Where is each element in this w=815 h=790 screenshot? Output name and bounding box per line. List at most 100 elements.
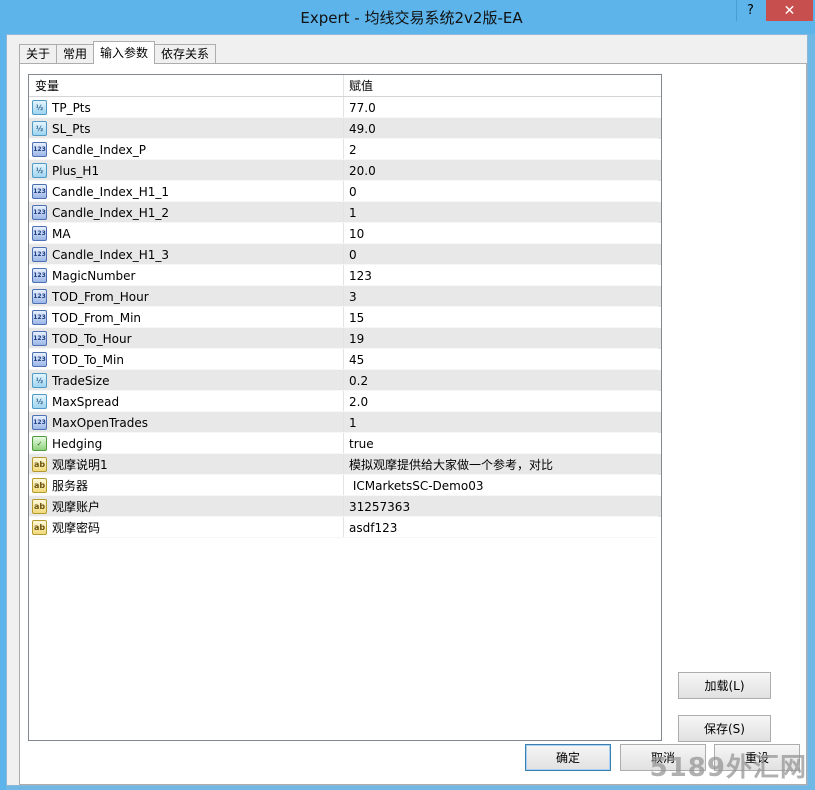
bool-icon: ✓ [32,436,47,451]
variable-cell: ab 观摩说明1 [29,454,344,475]
table-row[interactable]: ½ SL_Pts 49.0 [29,118,661,139]
tab-common[interactable]: 常用 [56,44,95,64]
table-row[interactable]: ½ TP_Pts 77.0 [29,97,661,118]
value-cell[interactable]: 45 [344,349,660,370]
value-cell[interactable]: 20.0 [344,160,660,181]
variable-cell: 123 TOD_From_Min [29,307,344,328]
int-icon: 123 [32,415,47,430]
help-button[interactable]: ? [736,0,764,21]
variable-cell: ½ MaxSpread [29,391,344,412]
value-cell[interactable]: true [344,433,660,454]
int-icon: 123 [32,247,47,262]
variable-name: 观摩说明1 [52,458,108,472]
half-icon: ½ [32,373,47,388]
table-row[interactable]: 123 MagicNumber 123 [29,265,661,286]
string-icon: ab [32,478,47,493]
half-icon: ½ [32,394,47,409]
int-icon: 123 [32,331,47,346]
variable-name: Plus_H1 [52,163,100,178]
table-row[interactable]: 123 Candle_Index_H1_3 0 [29,244,661,265]
table-row[interactable]: ab 服务器 ICMarketsSC-Demo03 [29,475,661,496]
value-cell[interactable]: 123 [344,265,660,286]
value-cell[interactable]: 2.0 [344,391,660,412]
variable-cell: ½ TP_Pts [29,97,344,118]
value-cell[interactable]: asdf123 [344,517,660,538]
close-icon: ✕ [783,2,796,19]
variable-name: Candle_Index_P [52,142,146,157]
table-row[interactable]: 123 Candle_Index_H1_1 0 [29,181,661,202]
table-row[interactable]: 123 TOD_To_Hour 19 [29,328,661,349]
int-icon: 123 [32,142,47,157]
half-icon: ½ [32,121,47,136]
watermark-logo: 5189外汇网 [649,753,807,783]
value-cell[interactable]: 10 [344,223,660,244]
variable-cell: 123 MA [29,223,344,244]
value-cell[interactable]: 2 [344,139,660,160]
value-cell[interactable]: 31257363 [344,496,660,517]
variable-cell: 123 MagicNumber [29,265,344,286]
variable-name: MaxOpenTrades [52,415,148,430]
half-icon: ½ [32,163,47,178]
value-cell[interactable]: 3 [344,286,660,307]
value-cell[interactable]: 模拟观摩提供给大家做一个参考，对比 [344,454,660,475]
tab-dependencies[interactable]: 依存关系 [154,44,217,64]
value-cell[interactable]: 0 [344,181,660,202]
ok-button[interactable]: 确定 [525,744,611,771]
table-row[interactable]: ✓ Hedging true [29,433,661,454]
value-cell[interactable]: 0 [344,244,660,265]
variable-name: MagicNumber [52,268,136,283]
value-cell[interactable]: 1 [344,202,660,223]
variable-cell: 123 Candle_Index_H1_1 [29,181,344,202]
value-cell[interactable]: 19 [344,328,660,349]
variable-name: 服务器 [52,479,89,493]
variable-cell: 123 TOD_To_Min [29,349,344,370]
value-cell[interactable]: ICMarketsSC-Demo03 [344,475,660,496]
tab-about[interactable]: 关于 [19,44,58,64]
tab-strip: 关于 常用 输入参数 依存关系 [19,41,217,64]
table-row[interactable]: 123 MaxOpenTrades 1 [29,412,661,433]
int-icon: 123 [32,205,47,220]
table-row[interactable]: 123 MA 10 [29,223,661,244]
table-row[interactable]: ab 观摩账户 31257363 [29,496,661,517]
table-row[interactable]: 123 TOD_From_Hour 3 [29,286,661,307]
dialog-body: 关于 常用 输入参数 依存关系 变量 赋值 ½ TP_Pts 77.0 ½ SL_Pts… [6,34,808,786]
grid-header: 变量 赋值 [29,75,661,97]
variable-cell: ab 观摩密码 [29,517,344,538]
variable-cell: ab 观摩账户 [29,496,344,517]
table-row[interactable]: ½ MaxSpread 2.0 [29,391,661,412]
value-cell[interactable]: 1 [344,412,660,433]
value-cell[interactable]: 49.0 [344,118,660,139]
variable-name: TradeSize [52,373,110,388]
table-row[interactable]: 123 Candle_Index_H1_2 1 [29,202,661,223]
variable-name: Candle_Index_H1_1 [52,184,169,199]
variable-cell: 123 Candle_Index_H1_3 [29,244,344,265]
column-header-value[interactable]: 赋值 [344,75,660,96]
value-cell[interactable]: 77.0 [344,97,660,118]
variable-name: MaxSpread [52,394,120,409]
variable-cell: 123 TOD_From_Hour [29,286,344,307]
column-header-variable[interactable]: 变量 [29,75,344,96]
variable-cell: 123 Candle_Index_H1_2 [29,202,344,223]
table-row[interactable]: 123 TOD_To_Min 45 [29,349,661,370]
tab-inputs[interactable]: 输入参数 [93,41,156,64]
save-button[interactable]: 保存(S) [678,715,771,742]
table-row[interactable]: 123 Candle_Index_P 2 [29,139,661,160]
table-row[interactable]: 123 TOD_From_Min 15 [29,307,661,328]
close-button[interactable]: ✕ [766,0,813,21]
variable-name: TOD_From_Min [52,310,142,325]
variable-name: Candle_Index_H1_3 [52,247,169,262]
table-row[interactable]: ab 观摩密码 asdf123 [29,517,661,538]
variable-name: Candle_Index_H1_2 [52,205,169,220]
value-cell[interactable]: 15 [344,307,660,328]
value-cell[interactable]: 0.2 [344,370,660,391]
table-row[interactable]: ½ Plus_H1 20.0 [29,160,661,181]
table-row[interactable]: ½ TradeSize 0.2 [29,370,661,391]
parameters-grid: 变量 赋值 ½ TP_Pts 77.0 ½ SL_Pts 49.0 123 Candle_In… [28,74,662,741]
variable-cell: ½ SL_Pts [29,118,344,139]
load-button[interactable]: 加载(L) [678,672,771,699]
int-icon: 123 [32,184,47,199]
string-icon: ab [32,499,47,514]
string-icon: ab [32,520,47,535]
table-row[interactable]: ab 观摩说明1 模拟观摩提供给大家做一个参考，对比 [29,454,661,475]
title-bar[interactable]: Expert - 均线交易系统2v2版-EA ? ✕ [0,0,815,34]
